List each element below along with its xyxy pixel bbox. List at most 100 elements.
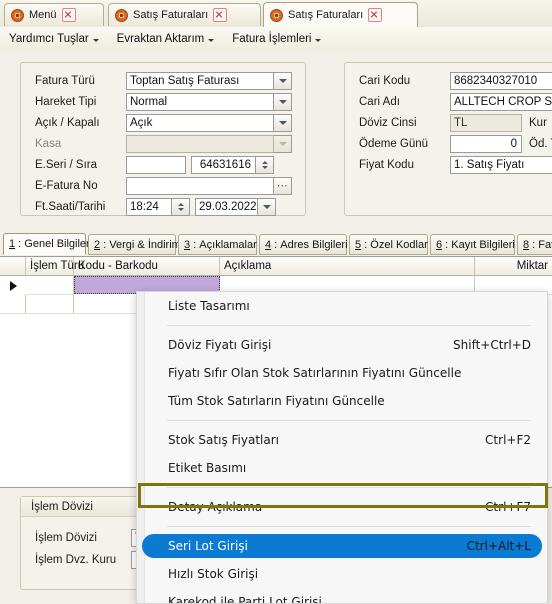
window-tab-strip: Menü Satış Faturaları Satış Faturaları [0,0,552,28]
menu-separator [167,526,531,527]
fiyat-kodu-input[interactable]: 1. Satış Fiyatı [450,156,552,174]
ft-saati-spinner-button[interactable] [172,198,190,216]
fatura-turu-dropdown-button[interactable] [274,72,292,90]
cari-kodu-input[interactable]: 8682340327010 [450,72,552,90]
row-selector-cell[interactable] [0,276,27,296]
menu-item-tum-stok-satirlarin-fiyatini-guncelle[interactable]: Tüm Stok Satırların Fiyatını Güncelle [137,387,547,415]
tab-vergi-indirim[interactable]: 2 : Vergi & İndirim [88,234,181,255]
sira-input[interactable]: 64631616 [191,156,256,174]
chevron-down-icon [92,38,99,42]
doviz-cinsi-input: TL [450,114,522,132]
chevron-down-icon [315,38,322,42]
close-icon[interactable] [213,8,228,22]
field-eseri-sira[interactable]: 64631616 [126,156,274,174]
window-tab-menu[interactable]: Menü [4,3,104,26]
cari-adi-input[interactable]: ALLTECH CROP SCIENCE [450,93,552,111]
menu-item-fiyati-sifir-olan-stok-satirlarinin-fiyatini-guncelle[interactable]: Fiyatı Sıfır Olan Stok Satırlarının Fiya… [137,359,547,387]
efatura-no-browse-button[interactable]: ⋯ [274,177,292,195]
menu-item-label: Tüm Stok Satırların Fiyatını Güncelle [168,394,385,408]
field-acik-kapali[interactable]: Açık [126,114,292,132]
sira-spinner-button[interactable] [256,156,274,174]
label-islem-dovizi: İşlem Dövizi [35,532,97,544]
menu-item-label: Döviz Fiyatı Girişi [168,338,272,352]
tab-label: Adres Bilgileri [280,238,348,251]
tab-fatura[interactable]: 8 : Fat [517,234,552,255]
menu-evraktan-aktarim[interactable]: Evraktan Aktarım [108,27,224,51]
menu-item-etiket-basimi[interactable]: Etiket Basımı [137,454,547,482]
spinner-arrows-icon [177,203,184,211]
chevron-down-icon [262,205,271,209]
acik-kapali-dropdown-button[interactable] [274,114,292,132]
menu-separator [167,487,531,488]
invoice-left-fields-group: Fatura Türü Toptan Satış Faturası Hareke… [20,62,306,216]
grid-cell-islem-turu[interactable] [26,276,74,295]
detail-tab-bar: 1 : Genel Bilgiler 2 : Vergi & İndirim 3… [0,232,552,256]
field-hareket-tipi[interactable]: Normal [126,93,292,111]
window-tab-satis-faturalari-1[interactable]: Satış Faturaları [108,3,261,26]
label-kasa: Kasa [35,138,62,150]
menu-separator [167,420,531,421]
field-fatura-turu[interactable]: Toptan Satış Faturası [126,72,292,90]
grid-context-menu[interactable]: Liste Tasarımı Döviz Fiyatı Girişi Shift… [136,291,548,604]
hareket-tipi-input[interactable]: Normal [126,93,274,111]
window-tab-satis-faturalari-2-active[interactable]: Satış Faturaları [263,2,418,27]
grid-header-kodu-barkodu[interactable]: Kodu - Barkodu [74,257,220,275]
menu-item-detay-aciklama[interactable]: Detay Açıklama Ctrl+F7 [137,493,547,521]
menu-item-label: Hızlı Stok Girişi [168,567,259,581]
grid-header-miktar[interactable]: Miktar [475,257,552,275]
eseri-input[interactable] [126,156,186,174]
grid-header-aciklama[interactable]: Açıklama [220,257,475,275]
efatura-no-input[interactable] [126,177,274,195]
label-cari-adi: Cari Adı [359,96,400,108]
menu-item-accel: Shift+Ctrl+D [453,338,531,352]
odeme-gunu-input[interactable]: 0 [450,135,522,153]
label-od-tarihi: Öd. Ta [529,138,552,150]
tab-adres-bilgileri[interactable]: 4 : Adres Bilgileri [259,234,348,255]
tab-genel-bilgiler[interactable]: 1 : Genel Bilgiler [3,233,90,255]
grid-header-row: İşlem Türü Kodu - Barkodu Açıklama Mikta… [0,257,552,276]
menu-fatura-islemleri[interactable]: Fatura İşlemleri [223,27,330,51]
label-fatura-turu: Fatura Türü [35,75,95,87]
chevron-down-icon [278,142,287,146]
close-icon[interactable] [61,8,76,22]
tab-ozel-kodlar[interactable]: 5 : Özel Kodlar [349,234,428,255]
window-tab-label: Menü [29,9,57,21]
chevron-down-icon [278,79,287,83]
tab-label: Kayıt Bilgileri [451,238,515,251]
tab-kayit-bilgileri[interactable]: 6 : Kayıt Bilgileri [430,234,515,255]
menu-item-stok-satis-fiyatlari[interactable]: Stok Satış Fiyatları Ctrl+F2 [137,426,547,454]
menu-label: Yardımcı Tuşlar [9,33,89,45]
ft-saati-input[interactable]: 18:24 [126,198,172,216]
menu-item-seri-lot-girisi[interactable]: Seri Lot Girişi Ctrl+Alt+L [137,532,547,560]
window-tab-label: Satış Faturaları [133,9,209,21]
ft-tarihi-input[interactable]: 29.03.2022 [195,198,258,216]
tab-aciklamalar[interactable]: 3 : Açıklamalar [178,234,257,255]
menu-item-hizli-stok-girisi[interactable]: Hızlı Stok Girişi [137,560,547,588]
grid-cell-empty[interactable] [26,295,74,314]
acik-kapali-input[interactable]: Açık [126,114,274,132]
menu-item-liste-tasarimi[interactable]: Liste Tasarımı [137,292,547,320]
tab-label: Vergi & İndirim [109,238,181,251]
grid-header-islem-turu[interactable]: İşlem Türü [26,257,84,275]
tab-label: Genel Bilgiler [24,238,90,250]
kasa-input [126,135,274,153]
label-hareket-tipi: Hareket Tipi [35,96,97,108]
chevron-down-icon [278,100,287,104]
fatura-turu-input[interactable]: Toptan Satış Faturası [126,72,274,90]
invoice-header-area: Fatura Türü Toptan Satış Faturası Hareke… [0,51,552,226]
menu-yardimci-tuslar[interactable]: Yardımcı Tuşlar [0,27,108,51]
close-icon[interactable] [368,8,383,22]
label-acik-kapali: Açık / Kapalı [35,117,100,129]
menu-item-karekod-ile-parti-lot-girisi[interactable]: Karekod ile Parti Lot Girişi [137,588,547,603]
menu-bar: Yardımcı Tuşlar Evraktan Aktarım Fatura … [0,27,552,52]
menu-item-doviz-fiyati-girisi[interactable]: Döviz Fiyatı Girişi Shift+Ctrl+D [137,331,547,359]
grid-header-selector [0,257,26,275]
hareket-tipi-dropdown-button[interactable] [274,93,292,111]
field-ft-saati-tarihi[interactable]: 18:24 29.03.2022 [126,198,276,216]
grid-cell-empty[interactable] [0,295,26,314]
app-dot-icon [270,8,283,22]
ft-tarihi-dropdown-button[interactable] [258,198,276,216]
field-efatura-no[interactable]: ⋯ [126,177,292,195]
invoice-right-fields-group: Cari Kodu 8682340327010 Cari Adı ALLTECH… [344,62,552,216]
app-dot-icon [11,8,24,22]
